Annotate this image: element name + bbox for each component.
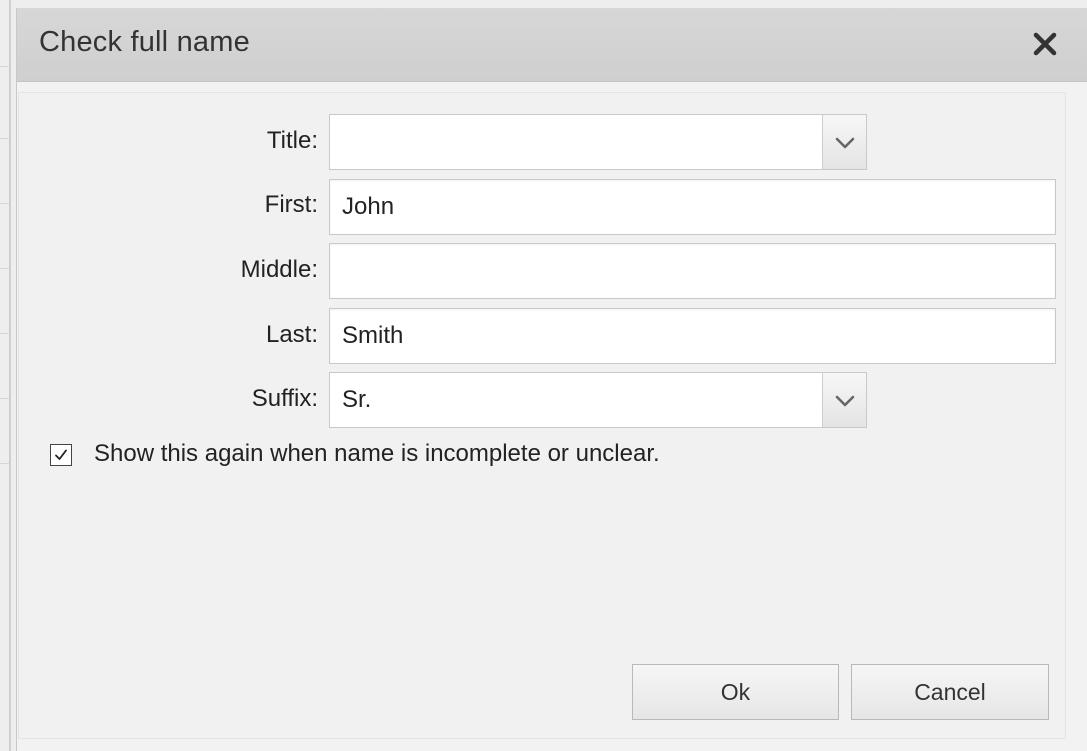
show-again-label[interactable]: Show this again when name is incomplete … [94,440,660,468]
first-label: First: [264,191,318,218]
suffix-select-arrow[interactable] [822,373,866,427]
checkmark-icon [55,449,67,460]
middle-name-field[interactable] [329,243,1056,299]
last-name-field[interactable] [329,308,1056,364]
suffix-select[interactable]: Sr. [329,372,867,428]
close-icon [1033,32,1057,56]
chevron-down-icon [835,395,855,407]
show-again-checkbox[interactable] [50,444,72,466]
backdrop-gridline [0,333,10,334]
last-label: Last: [265,321,318,348]
first-name-field[interactable] [329,179,1056,235]
suffix-select-value: Sr. [342,386,372,413]
cancel-button[interactable]: Cancel [851,664,1049,720]
suffix-label: Suffix: [251,385,318,412]
backdrop-gridline [0,66,10,67]
ok-button[interactable]: Ok [632,664,839,720]
backdrop-gridline [0,138,10,139]
middle-label: Middle: [240,256,318,283]
dialog-titlebar[interactable]: Check full name [17,8,1087,82]
dialog-title: Check full name [39,26,250,58]
backdrop-gridline [0,268,10,269]
backdrop-gridline [0,398,10,399]
close-button[interactable] [1023,22,1067,66]
title-select[interactable] [329,114,867,170]
backdrop-gridline [0,463,10,464]
chevron-down-icon [835,137,855,149]
backdrop-divider [9,0,11,751]
backdrop-gridline [0,203,10,204]
title-select-arrow[interactable] [822,115,866,169]
title-label: Title: [266,127,318,154]
